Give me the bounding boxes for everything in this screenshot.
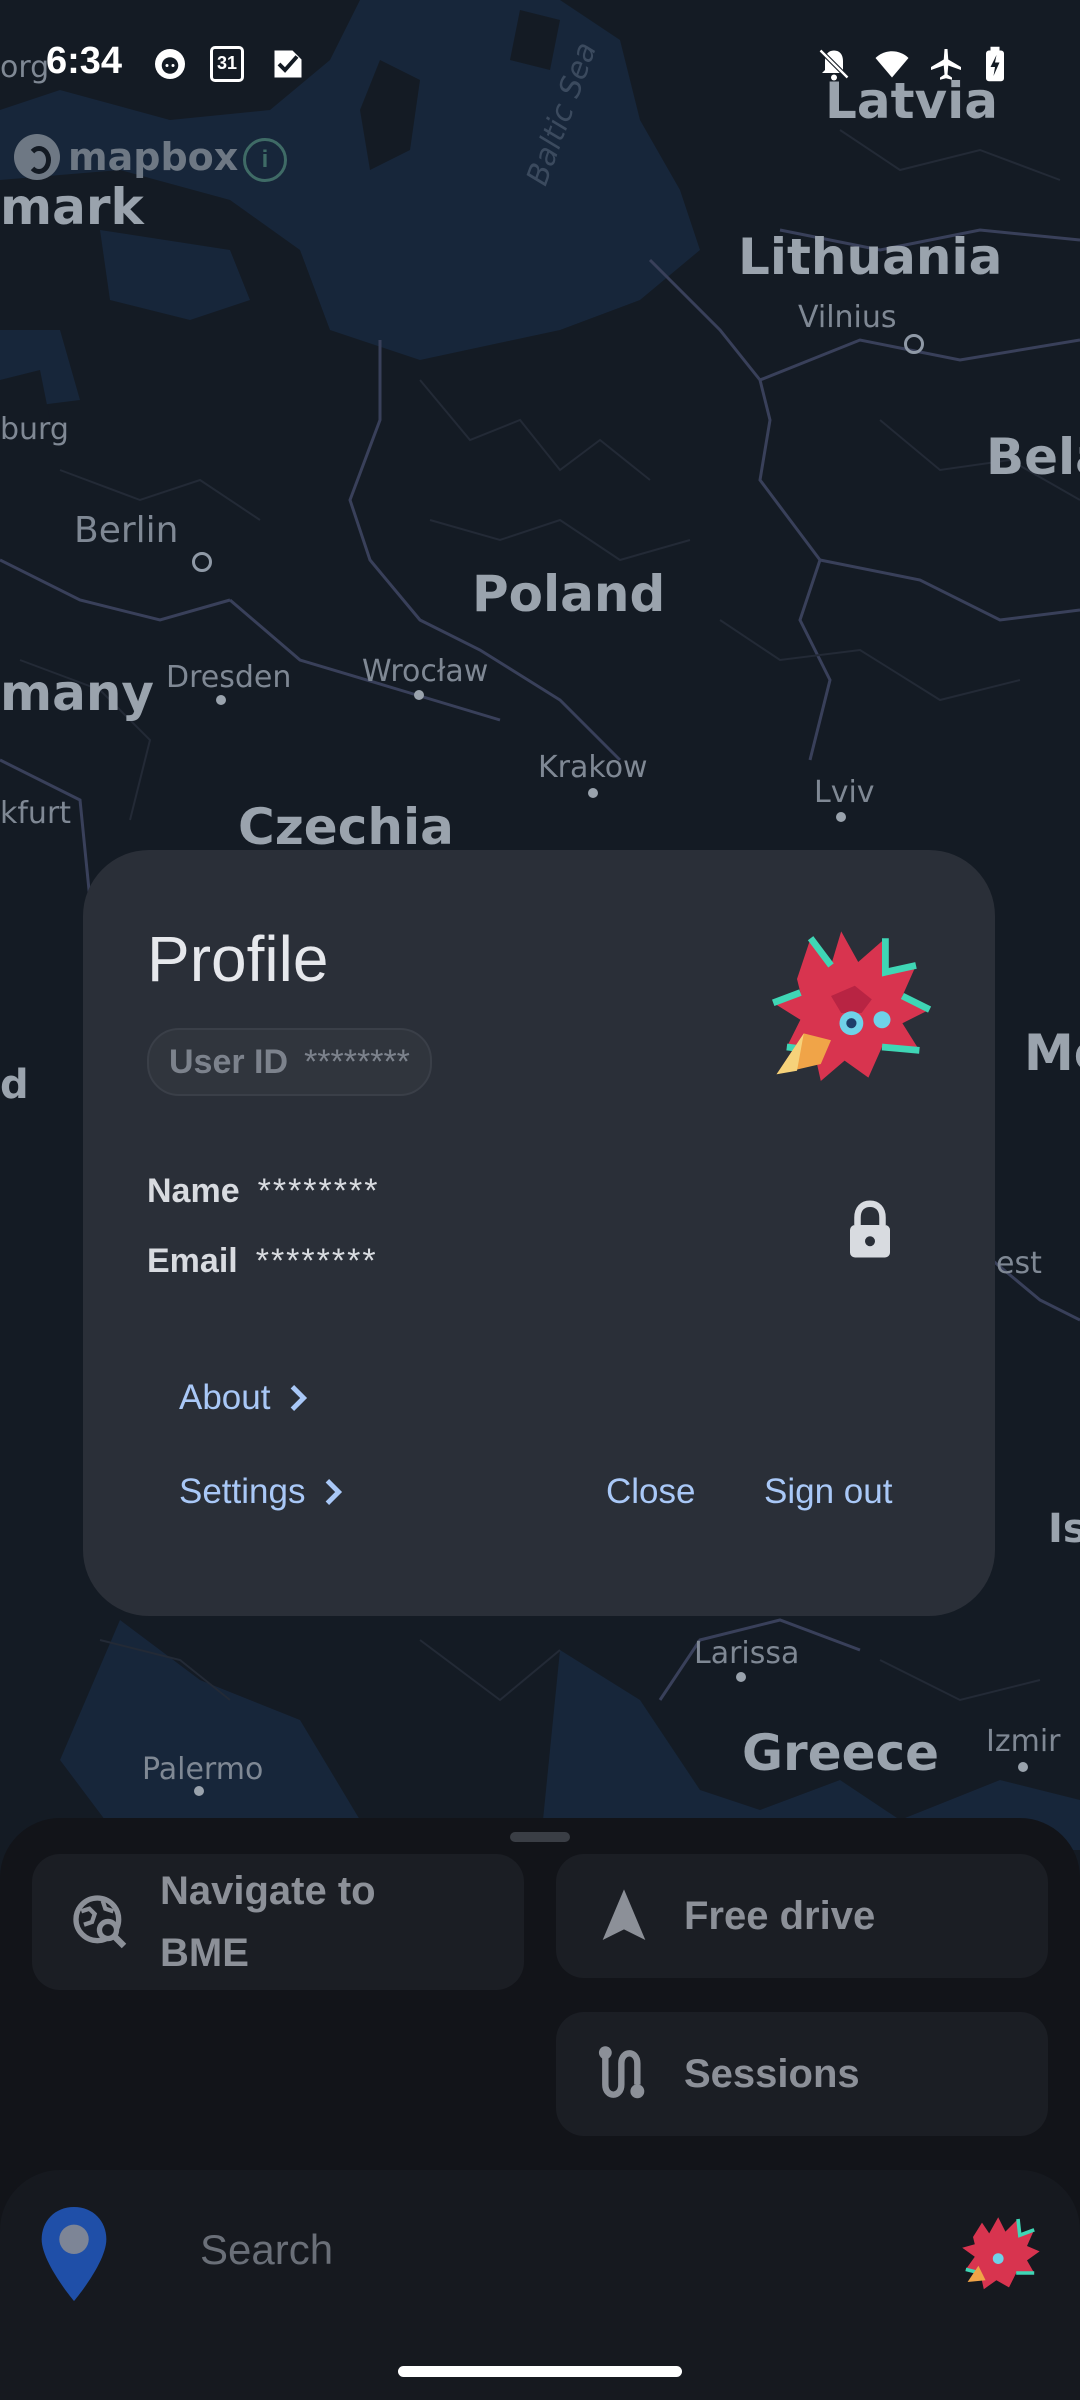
- map-label-izmir: Izmir: [986, 1724, 1061, 1759]
- chevron-right-icon: [326, 1479, 343, 1505]
- city-marker-larissa: [736, 1672, 746, 1682]
- map-label-edge: d: [0, 1062, 29, 1108]
- about-link[interactable]: About: [179, 1378, 308, 1418]
- navigate-to-label: Navigate to BME: [160, 1869, 376, 1975]
- map-label-lviv: Lviv: [814, 775, 875, 810]
- map-label-lithuania: Lithuania: [738, 228, 1003, 286]
- lock-icon[interactable]: [845, 1200, 895, 1260]
- map-label-denmark: mark: [0, 178, 144, 236]
- screen: mapbox i Baltic Sea Latvia Lithuania Bel…: [0, 0, 1080, 2400]
- map-label-berlin: Berlin: [74, 510, 179, 551]
- mapbox-attribution: mapbox: [68, 135, 239, 179]
- status-time: 6:34: [46, 40, 123, 82]
- close-button[interactable]: Close: [606, 1472, 695, 1512]
- email-row: Email ********: [147, 1242, 378, 1281]
- dialog-title: Profile: [147, 923, 329, 995]
- settings-link[interactable]: Settings: [179, 1472, 343, 1512]
- map-label-krakow: Krakow: [538, 750, 648, 785]
- map-label-dresden: Dresden: [166, 660, 292, 695]
- name-value: ********: [257, 1172, 380, 1210]
- email-label: Email: [147, 1242, 238, 1280]
- map-label-greece: Greece: [742, 1724, 940, 1782]
- info-icon[interactable]: i: [243, 138, 287, 182]
- profile-avatar-button[interactable]: [955, 2210, 1045, 2300]
- map-label-bucharest: est: [996, 1246, 1042, 1281]
- email-value: ********: [255, 1242, 378, 1280]
- map-label-moldova: Mo: [1024, 1024, 1080, 1082]
- city-marker-lviv: [836, 812, 846, 822]
- profile-avatar: [772, 931, 932, 1081]
- map-label-larissa: Larissa: [694, 1636, 800, 1671]
- about-label: About: [179, 1378, 271, 1417]
- profile-dialog: Profile User ID ******** Name ******** Em…: [83, 850, 995, 1616]
- status-bar: 6:34 31: [0, 0, 1080, 132]
- sessions-button[interactable]: Sessions: [556, 2012, 1048, 2136]
- chevron-right-icon: [291, 1385, 308, 1411]
- sheet-drag-handle[interactable]: [510, 1832, 570, 1842]
- battery-charging-icon: [986, 46, 1004, 82]
- map-label-czechia: Czechia: [238, 798, 454, 856]
- city-marker-berlin: [192, 552, 212, 572]
- city-marker-wroclaw: [414, 690, 424, 700]
- settings-label: Settings: [179, 1472, 306, 1511]
- free-drive-label: Free drive: [684, 1893, 876, 1938]
- search-input[interactable]: Search: [200, 2226, 333, 2274]
- user-id-value: ********: [304, 1042, 410, 1081]
- map-label-palermo: Palermo: [142, 1752, 264, 1787]
- location-search-icon: [73, 1895, 127, 1949]
- gesture-navigation-bar[interactable]: [398, 2366, 682, 2377]
- navigation-arrow-icon: [602, 1889, 646, 1940]
- map-pin-icon: [41, 2206, 107, 2302]
- wifi-icon: [875, 51, 909, 78]
- airplane-icon: [931, 49, 961, 80]
- map-label-frankfurt: kfurt: [0, 796, 72, 831]
- mapbox-logo-icon: [14, 134, 60, 180]
- city-marker-krakow: [588, 788, 598, 798]
- user-id-label: User ID: [169, 1042, 289, 1081]
- city-marker-palermo: [194, 1786, 204, 1796]
- tasks-check-icon: [274, 50, 302, 78]
- calendar-icon: 31: [210, 46, 244, 82]
- mapbox-logo: mapbox: [14, 134, 238, 180]
- sessions-label: Sessions: [684, 2051, 860, 2096]
- map-label-istanbul: Is: [1048, 1506, 1080, 1552]
- name-label: Name: [147, 1172, 240, 1210]
- map-label-poland: Poland: [472, 565, 666, 623]
- map-label-hamburg: burg: [0, 412, 69, 447]
- city-marker-izmir: [1018, 1762, 1028, 1772]
- bell-off-icon: [818, 48, 850, 81]
- free-drive-button[interactable]: Free drive: [556, 1854, 1048, 1978]
- name-row: Name ********: [147, 1172, 379, 1211]
- calendar-day: 31: [216, 53, 238, 73]
- user-id-chip[interactable]: User ID ********: [147, 1028, 432, 1096]
- city-marker-dresden: [216, 695, 226, 705]
- map-label-germany: many: [0, 664, 155, 722]
- github-icon: [155, 49, 185, 79]
- map-label-vilnius: Vilnius: [798, 300, 897, 335]
- navigate-to-card[interactable]: Navigate to BME: [32, 1854, 524, 1990]
- city-marker-vilnius: [904, 334, 924, 354]
- sign-out-button[interactable]: Sign out: [764, 1472, 892, 1512]
- map-label-wroclaw: Wrocław: [362, 654, 489, 689]
- route-icon: [598, 2046, 645, 2099]
- map-label-belarus: Bela: [986, 428, 1080, 486]
